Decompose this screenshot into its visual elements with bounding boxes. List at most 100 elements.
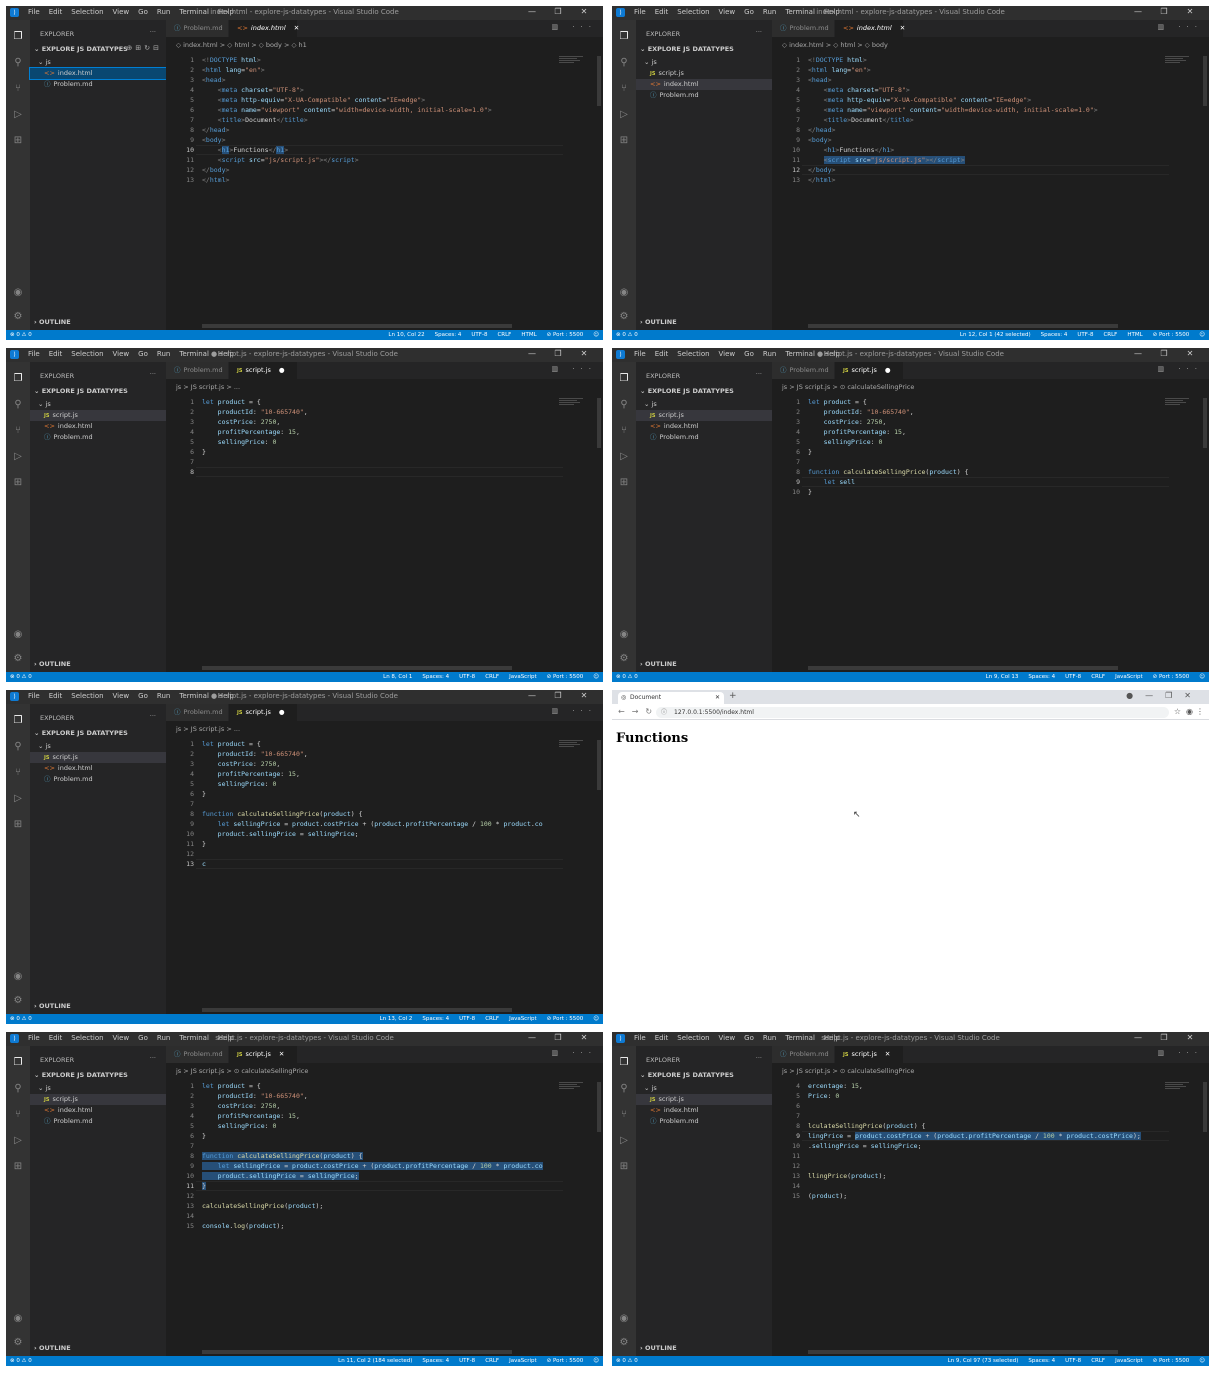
menu-item[interactable]: Help <box>218 692 234 700</box>
tab-problem-md[interactable]: ⓘ Problem.md <box>772 362 834 379</box>
close-window-button[interactable]: ✕ <box>1177 1033 1203 1042</box>
menu-item[interactable]: File <box>634 350 646 358</box>
outline-section[interactable]: › OUTLINE <box>34 660 71 668</box>
menu-item[interactable]: Help <box>218 1034 234 1042</box>
menu-item[interactable]: Run <box>157 350 170 358</box>
maximize-button[interactable]: ❐ <box>1151 1033 1177 1042</box>
maximize-button[interactable]: ❐ <box>545 7 571 16</box>
problems-indicator[interactable]: ⊗ 0 ⚠ 0 <box>616 1356 638 1366</box>
minimap[interactable] <box>1165 1082 1195 1096</box>
menu-item[interactable]: Edit <box>49 1034 63 1042</box>
source-control-icon[interactable]: ⑂ <box>617 82 631 96</box>
menu-item[interactable]: File <box>28 350 40 358</box>
problems-indicator[interactable]: ⊗ 0 ⚠ 0 <box>616 672 638 682</box>
sidebar-item-file-problem[interactable]: ⓘ Problem.md <box>30 79 166 90</box>
search-icon[interactable]: ⚲ <box>11 398 25 412</box>
project-root[interactable]: ⌄ EXPLORE JS DATATYPES <box>34 387 128 395</box>
search-icon[interactable]: ⚲ <box>11 1082 25 1096</box>
menu-item[interactable]: View <box>719 350 736 358</box>
menu-item[interactable]: Go <box>744 1034 754 1042</box>
problems-indicator[interactable]: ⊗ 0 ⚠ 0 <box>10 1356 32 1366</box>
vertical-scrollbar[interactable] <box>597 56 601 106</box>
menu-item[interactable]: Edit <box>49 8 63 16</box>
menu-item[interactable]: Terminal <box>785 350 815 358</box>
files-icon[interactable]: ❐ <box>617 30 631 44</box>
vertical-scrollbar[interactable] <box>1203 56 1207 106</box>
close-window-button[interactable]: ✕ <box>571 691 597 700</box>
vertical-scrollbar[interactable] <box>1203 1082 1207 1132</box>
browser-window-controls[interactable]: ●—❐✕ <box>1126 691 1203 700</box>
menu-item[interactable]: Go <box>138 350 148 358</box>
horizontal-scrollbar[interactable] <box>808 1350 1118 1354</box>
minimap[interactable] <box>559 740 589 754</box>
menu-item[interactable]: File <box>28 692 40 700</box>
maximize-button[interactable]: ❐ <box>545 691 571 700</box>
feedback-icon[interactable]: ☺ <box>1199 674 1205 680</box>
run-debug-icon[interactable]: ▷ <box>11 792 25 806</box>
sidebar-item-file-index[interactable]: <> index.html <box>636 79 772 90</box>
problems-indicator[interactable]: ⊗ 0 ⚠ 0 <box>10 1014 32 1024</box>
menu-item[interactable]: View <box>719 8 736 16</box>
status-item[interactable]: Spaces: 4 <box>422 1016 449 1022</box>
close-window-button[interactable]: ✕ <box>1177 7 1203 16</box>
sidebar-item-file-index[interactable]: <> index.html <box>30 421 166 432</box>
split-editor-icon[interactable]: ▥ ··· <box>551 365 597 373</box>
menu-item[interactable]: Help <box>218 8 234 16</box>
menu-item[interactable]: Terminal <box>179 692 209 700</box>
menu-item[interactable]: Selection <box>71 692 103 700</box>
status-item[interactable]: ⊘ Port : 5500 <box>547 1358 584 1364</box>
run-debug-icon[interactable]: ▷ <box>11 1134 25 1148</box>
status-item[interactable]: Spaces: 4 <box>1028 674 1055 680</box>
breadcrumb[interactable]: js > JS script.js > ... <box>176 383 240 391</box>
more-actions-icon[interactable]: ··· <box>756 1054 762 1062</box>
status-item[interactable]: JavaScript <box>509 1016 537 1022</box>
files-icon[interactable]: ❐ <box>617 1056 631 1070</box>
minimize-button[interactable]: — <box>519 1033 545 1042</box>
feedback-icon[interactable]: ☺ <box>1199 332 1205 338</box>
gear-icon[interactable]: ⚙ <box>11 994 25 1008</box>
unsaved-dot-icon[interactable]: ● <box>885 366 891 374</box>
bookmark-star-icon[interactable]: ☆ <box>1174 707 1181 716</box>
vertical-scrollbar[interactable] <box>597 740 601 790</box>
sidebar-item-folder[interactable]: ⌄ js <box>30 399 166 410</box>
more-actions-icon[interactable]: ··· <box>756 370 762 378</box>
account-icon[interactable]: ◉ <box>617 1312 631 1326</box>
tab-problem-md[interactable]: ⓘ Problem.md <box>166 362 228 379</box>
gear-icon[interactable]: ⚙ <box>617 1336 631 1350</box>
extensions-icon[interactable]: ⊞ <box>617 476 631 490</box>
menu-item[interactable]: File <box>634 1034 646 1042</box>
horizontal-scrollbar[interactable] <box>202 1350 512 1354</box>
extensions-icon[interactable]: ⊞ <box>11 1160 25 1174</box>
extensions-icon[interactable]: ⊞ <box>11 134 25 148</box>
more-actions-icon[interactable]: ··· <box>150 370 156 378</box>
status-item[interactable]: Spaces: 4 <box>1028 1358 1055 1364</box>
gear-icon[interactable]: ⚙ <box>11 310 25 324</box>
sidebar-item-folder[interactable]: ⌄ js <box>636 1083 772 1094</box>
minimap[interactable] <box>559 56 589 70</box>
project-root[interactable]: ⌄ EXPLORE JS DATATYPES <box>640 387 734 395</box>
run-debug-icon[interactable]: ▷ <box>617 108 631 122</box>
status-item[interactable]: Ln 11, Col 2 (184 selected) <box>338 1358 412 1364</box>
status-item[interactable]: UTF-8 <box>1077 332 1093 338</box>
run-debug-icon[interactable]: ▷ <box>11 450 25 464</box>
status-item[interactable]: Spaces: 4 <box>435 332 462 338</box>
outline-section[interactable]: › OUTLINE <box>34 318 71 326</box>
more-actions-icon[interactable]: ··· <box>150 712 156 720</box>
split-editor-icon[interactable]: ▥ ··· <box>1157 1049 1203 1057</box>
tab-active-file[interactable]: <> index.html ✕ <box>229 20 299 37</box>
status-item[interactable]: ⊘ Port : 5500 <box>1153 332 1190 338</box>
menu-item[interactable]: Edit <box>655 1034 669 1042</box>
status-item[interactable]: Ln 13, Col 2 <box>380 1016 413 1022</box>
sidebar-item-file-index[interactable]: <> index.html <box>30 1105 166 1116</box>
menu-item[interactable]: Run <box>157 8 170 16</box>
tab-problem-md[interactable]: ⓘ Problem.md <box>166 20 228 37</box>
search-icon[interactable]: ⚲ <box>11 740 25 754</box>
minimize-button[interactable]: — <box>519 7 545 16</box>
tab-active-file[interactable]: JS script.js ● <box>835 362 903 379</box>
minimap[interactable] <box>1165 398 1195 412</box>
menu-item[interactable]: Selection <box>71 8 103 16</box>
menu-item[interactable]: Selection <box>677 8 709 16</box>
menu-item[interactable]: View <box>113 350 130 358</box>
sidebar-item-file-problem[interactable]: ⓘ Problem.md <box>636 1116 772 1127</box>
more-actions-icon[interactable]: ··· <box>150 1054 156 1062</box>
